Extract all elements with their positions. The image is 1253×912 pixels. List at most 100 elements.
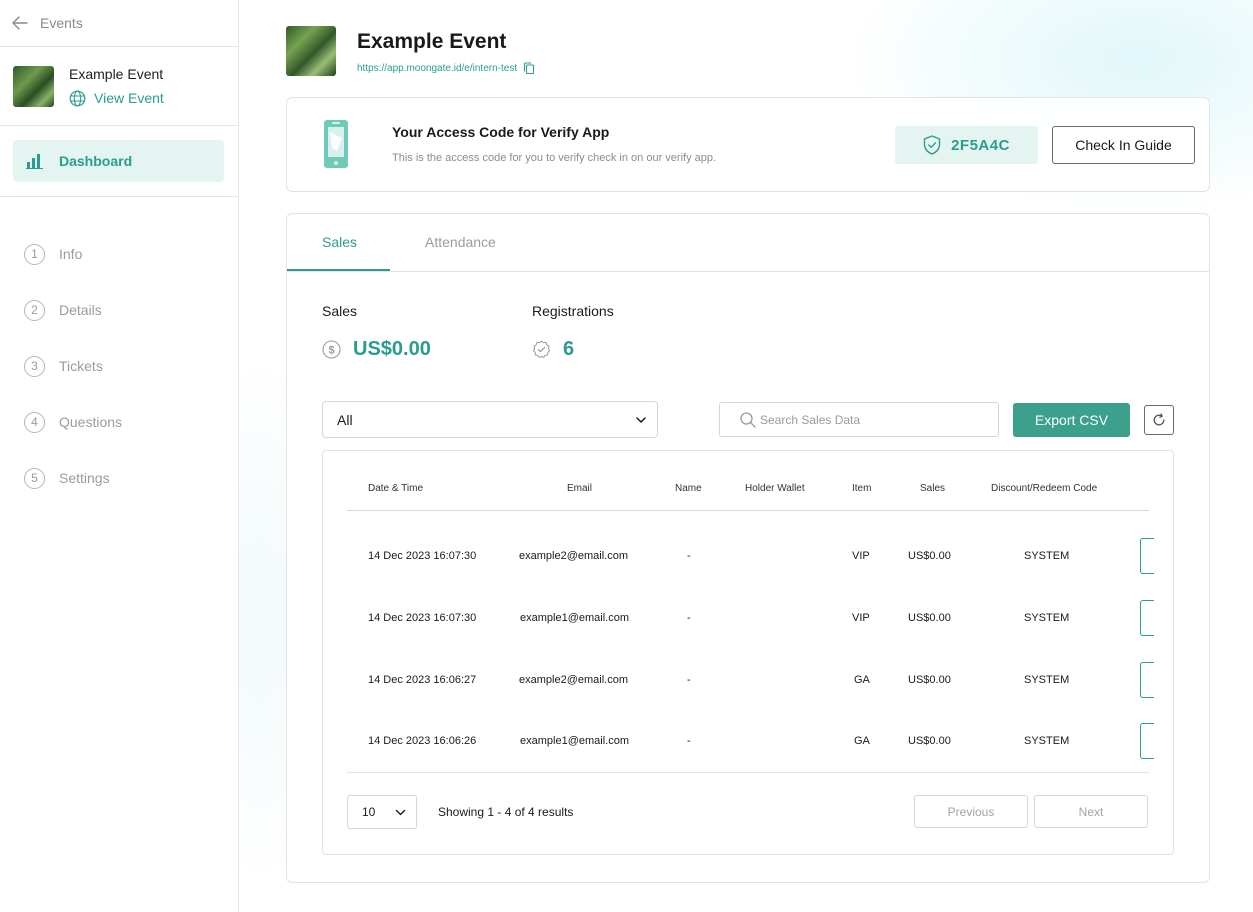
- registrations-stat-label: Registrations: [532, 303, 614, 319]
- sidebar-item-details[interactable]: 2 Details: [0, 282, 238, 338]
- cell-item: VIP: [852, 550, 870, 562]
- step-number: 1: [24, 243, 45, 265]
- cell-code: SYSTEM: [1024, 735, 1070, 747]
- header-divider: [347, 510, 1149, 511]
- back-to-events-link[interactable]: Events: [0, 0, 238, 47]
- dollar-circle-icon: $: [322, 340, 341, 359]
- cell-sales: US$0.00: [908, 674, 951, 686]
- sidebar-item-info[interactable]: 1 Info: [0, 226, 238, 282]
- page-size-select[interactable]: 10: [347, 795, 417, 829]
- next-page-button[interactable]: Next: [1034, 795, 1148, 828]
- access-code-title: Your Access Code for Verify App: [392, 124, 610, 140]
- event-url-link[interactable]: https://app.moongate.id/e/intern-test: [357, 63, 517, 74]
- col-header-name: Name: [675, 483, 702, 494]
- active-tab-indicator: [287, 269, 390, 271]
- access-code-card: Your Access Code for Verify App This is …: [286, 97, 1210, 192]
- chevron-down-icon: [395, 809, 406, 815]
- cell-item: GA: [854, 674, 870, 686]
- cell-datetime: 14 Dec 2023 16:07:30: [368, 612, 477, 624]
- cell-item: VIP: [852, 612, 870, 624]
- cell-item: GA: [854, 735, 870, 747]
- refresh-button[interactable]: [1144, 405, 1174, 435]
- cell-name: -: [687, 612, 691, 624]
- cell-datetime: 14 Dec 2023 16:06:27: [368, 674, 477, 686]
- cell-datetime: 14 Dec 2023 16:07:30: [368, 550, 477, 562]
- previous-page-button[interactable]: Previous: [914, 795, 1028, 828]
- sidebar-item-questions[interactable]: 4 Questions: [0, 394, 238, 450]
- cell-email: example1@email.com: [520, 612, 629, 624]
- page-title: Example Event: [357, 30, 507, 53]
- sales-stat: $ US$0.00: [322, 338, 431, 361]
- back-label: Events: [40, 15, 83, 31]
- cell-sales: US$0.00: [908, 550, 951, 562]
- step-number: 2: [24, 299, 45, 321]
- sales-stat-label: Sales: [322, 303, 358, 319]
- event-thumbnail: [13, 65, 54, 107]
- step-number: 4: [24, 411, 45, 433]
- footer-divider: [347, 772, 1149, 773]
- table-row: 14 Dec 2023 16:06:26 example1@email.com …: [323, 723, 1173, 796]
- copy-icon[interactable]: [523, 62, 535, 75]
- ticket-phone-icon: [324, 120, 348, 168]
- tab-attendance[interactable]: Attendance: [425, 234, 496, 250]
- sidebar-item-tickets[interactable]: 3 Tickets: [0, 338, 238, 394]
- row-action-button[interactable]: [1140, 538, 1154, 574]
- sidebar-item-dashboard[interactable]: Dashboard: [13, 140, 224, 182]
- col-header-sales: Sales: [920, 483, 946, 494]
- row-action-button[interactable]: [1140, 662, 1154, 698]
- step-label: Info: [59, 246, 83, 262]
- search-input[interactable]: [760, 412, 980, 427]
- page-header: Example Event https://app.moongate.id/e/…: [286, 26, 535, 76]
- view-event-link[interactable]: View Event: [69, 90, 164, 107]
- col-header-datetime: Date & Time: [368, 483, 424, 494]
- cell-sales: US$0.00: [908, 735, 951, 747]
- ticket-filter-select[interactable]: All: [322, 401, 658, 438]
- refresh-icon: [1153, 413, 1165, 426]
- step-number: 5: [24, 467, 45, 489]
- access-code-subtitle: This is the access code for you to verif…: [392, 152, 717, 164]
- cell-email: example1@email.com: [520, 735, 629, 747]
- cell-sales: US$0.00: [908, 612, 951, 624]
- cell-email: example2@email.com: [519, 674, 628, 686]
- row-action-button[interactable]: [1140, 600, 1154, 636]
- registrations-stat: 6: [532, 338, 574, 361]
- step-label: Details: [59, 302, 102, 318]
- sidebar-event-info: Example Event View Event: [0, 47, 238, 126]
- results-count: Showing 1 - 4 of 4 results: [438, 805, 574, 819]
- col-header-item: Item: [852, 483, 872, 494]
- col-header-discount-code: Discount/Redeem Code: [991, 483, 1098, 494]
- registrations-stat-value: 6: [563, 338, 575, 360]
- access-code-badge: 2F5A4C: [895, 126, 1038, 164]
- cell-name: -: [687, 674, 691, 686]
- chevron-down-icon: [636, 416, 646, 423]
- cell-datetime: 14 Dec 2023 16:06:26: [368, 735, 477, 747]
- arrow-left-icon: [12, 16, 28, 30]
- filter-selected-value: All: [337, 411, 353, 428]
- tab-bar: Sales Attendance: [287, 214, 1209, 272]
- steps-nav: 1 Info 2 Details 3 Tickets 4 Questions 5…: [0, 197, 238, 506]
- step-label: Settings: [59, 470, 110, 486]
- cell-name: -: [687, 550, 691, 562]
- table-row: 14 Dec 2023 16:07:30 example2@email.com …: [323, 538, 1173, 611]
- sidebar-item-settings[interactable]: 5 Settings: [0, 450, 238, 506]
- sales-panel: Sales Attendance Sales $ US$0.00 Registr…: [286, 213, 1210, 883]
- step-label: Tickets: [59, 358, 103, 374]
- table-row: 14 Dec 2023 16:07:30 example1@email.com …: [323, 600, 1173, 673]
- cell-email: example2@email.com: [519, 550, 628, 562]
- tab-sales[interactable]: Sales: [322, 234, 357, 250]
- cell-code: SYSTEM: [1024, 674, 1070, 686]
- sidebar: Events Example Event View Event Dashboar…: [0, 0, 239, 912]
- col-header-email: Email: [567, 483, 593, 494]
- step-label: Questions: [59, 414, 123, 430]
- view-event-label: View Event: [94, 90, 164, 106]
- export-csv-button[interactable]: Export CSV: [1013, 403, 1130, 437]
- search-box[interactable]: [719, 402, 999, 437]
- row-action-button[interactable]: [1140, 723, 1154, 759]
- sales-stat-value: US$0.00: [353, 338, 431, 360]
- sales-table: Date & Time Email Name Holder Wallet Ite…: [322, 450, 1174, 855]
- main-content: Example Event https://app.moongate.id/e/…: [239, 0, 1253, 912]
- check-badge-icon: [532, 340, 551, 358]
- check-in-guide-button[interactable]: Check In Guide: [1052, 126, 1195, 164]
- access-code-value: 2F5A4C: [951, 136, 1010, 154]
- page-size-value: 10: [362, 805, 376, 819]
